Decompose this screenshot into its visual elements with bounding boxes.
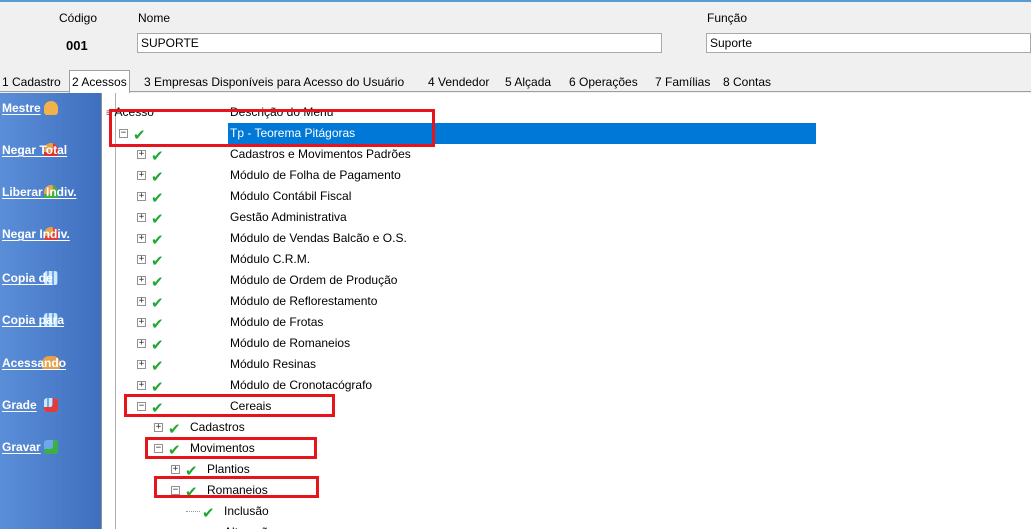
expand-icon[interactable]: +	[137, 339, 146, 348]
expand-icon[interactable]: +	[137, 381, 146, 390]
tree-row[interactable]: + ✔ Módulo C.R.M.	[102, 249, 1031, 270]
check-icon[interactable]: ✔	[151, 210, 164, 228]
tree-item-label: Módulo C.R.M.	[230, 252, 311, 266]
tree-row[interactable]: ✔ Alteração	[102, 522, 1031, 529]
user-icon	[43, 101, 58, 115]
check-icon[interactable]: ✔	[151, 357, 164, 375]
tree-item-label: Módulo Resinas	[230, 357, 317, 371]
codigo-value: 001	[66, 38, 88, 53]
check-icon[interactable]: ✔	[202, 525, 215, 529]
tree-item-label: Módulo de Romaneios	[230, 336, 351, 350]
tree-row[interactable]: + ✔ Gestão Administrativa	[102, 207, 1031, 228]
nome-label: Nome	[138, 11, 171, 25]
check-icon[interactable]: ✔	[151, 147, 164, 165]
highlight-box-cereais	[124, 394, 335, 417]
check-icon[interactable]: ✔	[151, 315, 164, 333]
codigo-label: Código	[59, 11, 98, 25]
expand-icon[interactable]: +	[154, 423, 163, 432]
tab-familias[interactable]: 7 Famílias	[653, 73, 712, 92]
tree-row[interactable]: + ✔ Módulo de Reflorestamento	[102, 291, 1031, 312]
negar-total-button[interactable]: Negar Total	[0, 140, 101, 182]
tree-row[interactable]: + ✔ Módulo de Vendas Balcão e O.S.	[102, 228, 1031, 249]
check-icon[interactable]: ✔	[151, 231, 164, 249]
tree-item-label: Alteração	[222, 522, 275, 529]
acessando-button[interactable]: Acessando	[0, 353, 101, 395]
negar-indiv-button[interactable]: Negar Indiv.	[0, 224, 101, 266]
tab-alcada[interactable]: 5 Alçada	[503, 73, 553, 92]
tree-item-label: Módulo de Folha de Pagamento	[230, 168, 401, 182]
highlight-box-movimentos	[145, 437, 317, 459]
expand-icon[interactable]: +	[137, 276, 146, 285]
tree-item-label: Cadastros	[190, 420, 245, 434]
tab-acessos[interactable]: 2 Acessos	[69, 70, 130, 93]
expand-icon[interactable]: +	[137, 255, 146, 264]
grade-button[interactable]: Grade	[0, 395, 101, 437]
expand-icon[interactable]: +	[137, 171, 146, 180]
access-tree[interactable]: ≡ Acesso Descrição do Menu − ✔ Tp - Teorem…	[101, 93, 1031, 529]
tree-row[interactable]: ✔ Inclusão	[102, 501, 1031, 522]
expand-icon[interactable]: +	[137, 234, 146, 243]
funcao-label: Função	[707, 11, 748, 25]
check-icon[interactable]: ✔	[151, 168, 164, 186]
expand-icon[interactable]: +	[137, 318, 146, 327]
tree-item-label: Módulo de Cronotacógrafo	[230, 378, 373, 392]
expand-icon[interactable]: +	[137, 213, 146, 222]
check-icon[interactable]: ✔	[202, 504, 215, 522]
tree-item-label: Módulo de Vendas Balcão e O.S.	[230, 231, 407, 245]
tree-row[interactable]: + ✔ Cadastros e Movimentos Padrões	[102, 144, 1031, 165]
expand-icon[interactable]: +	[137, 297, 146, 306]
tab-empresas[interactable]: 3 Empresas Disponíveis para Acesso do Us…	[142, 73, 406, 92]
save-icon	[43, 440, 58, 454]
check-icon[interactable]: ✔	[151, 294, 164, 312]
tree-row[interactable]: + ✔ Módulo de Ordem de Produção	[102, 270, 1031, 291]
nome-field[interactable]: SUPORTE	[137, 33, 662, 53]
check-icon[interactable]: ✔	[151, 273, 164, 291]
tree-item-label: Cadastros e Movimentos Padrões	[230, 147, 411, 161]
tab-vendedor[interactable]: 4 Vendedor	[426, 73, 491, 92]
tab-cadastro[interactable]: 1 Cadastro	[0, 73, 63, 92]
tab-contas[interactable]: 8 Contas	[721, 73, 773, 92]
tree-row[interactable]: + ✔ Módulo de Frotas	[102, 312, 1031, 333]
tree-item-label: Inclusão	[224, 504, 269, 518]
tree-row[interactable]: + ✔ Módulo de Cronotacógrafo	[102, 375, 1031, 396]
check-icon[interactable]: ✔	[151, 252, 164, 270]
tree-row[interactable]: + ✔ Módulo de Romaneios	[102, 333, 1031, 354]
expand-icon[interactable]: +	[171, 465, 180, 474]
tree-row[interactable]: + ✔ Módulo de Folha de Pagamento	[102, 165, 1031, 186]
tree-row[interactable]: + ✔ Módulo Resinas	[102, 354, 1031, 375]
copia-de-button[interactable]: Copia de	[0, 268, 101, 310]
highlight-box-root	[109, 109, 435, 147]
expand-icon[interactable]: +	[137, 360, 146, 369]
check-icon[interactable]: ✔	[151, 189, 164, 207]
mestre-button[interactable]: Mestre	[0, 98, 101, 140]
liberar-indiv-button[interactable]: Liberar Indiv.	[0, 182, 101, 224]
copia-para-button[interactable]: Copia para	[0, 310, 101, 352]
action-sidebar: Mestre Negar Total Liberar Indiv. Negar …	[0, 93, 101, 529]
user-header: Código 001 Nome SUPORTE Função Suporte	[0, 2, 1031, 70]
tree-row[interactable]: + ✔ Cadastros	[102, 417, 1031, 438]
tab-bar: 1 Cadastro 2 Acessos 3 Empresas Disponív…	[0, 70, 1031, 93]
expand-icon[interactable]: +	[137, 150, 146, 159]
highlight-box-romaneios	[154, 476, 319, 498]
check-icon[interactable]: ✔	[168, 420, 181, 438]
tree-row[interactable]: + ✔ Módulo Contábil Fiscal	[102, 186, 1031, 207]
tree-item-label: Módulo Contábil Fiscal	[230, 189, 352, 203]
funcao-field[interactable]: Suporte	[706, 33, 1031, 53]
tab-operacoes[interactable]: 6 Operações	[567, 73, 640, 92]
tree-connector	[186, 511, 200, 512]
gravar-button[interactable]: Gravar	[0, 437, 101, 479]
tree-item-label: Módulo de Reflorestamento	[230, 294, 378, 308]
tree-item-label: Módulo de Frotas	[230, 315, 324, 329]
expand-icon[interactable]: +	[137, 192, 146, 201]
tree-item-label: Módulo de Ordem de Produção	[230, 273, 398, 287]
grid-delete-icon	[43, 398, 58, 412]
tree-item-label: Gestão Administrativa	[230, 210, 347, 224]
check-icon[interactable]: ✔	[151, 336, 164, 354]
